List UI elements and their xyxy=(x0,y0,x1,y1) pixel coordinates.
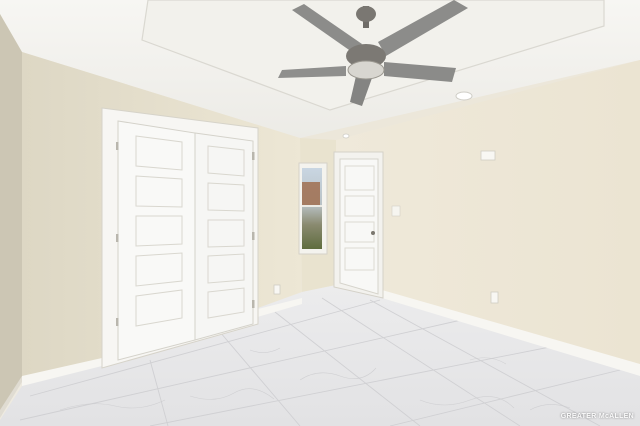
recessed-light-small xyxy=(342,133,350,139)
closet-door-left xyxy=(117,120,196,361)
thermostat xyxy=(391,205,401,217)
recessed-light xyxy=(455,91,473,101)
wall-outlet-left xyxy=(273,284,281,295)
room-photo: GREATER McALLEN xyxy=(0,0,640,426)
window-glass xyxy=(302,168,322,249)
door-handle xyxy=(371,231,375,235)
neighbor-house xyxy=(302,182,320,206)
light-switch xyxy=(480,150,496,161)
entry-door xyxy=(339,158,379,295)
wall-outlet-right xyxy=(490,291,499,304)
watermark-logo: GREATER McALLEN xyxy=(560,413,634,420)
foreground-shadow xyxy=(0,14,22,418)
